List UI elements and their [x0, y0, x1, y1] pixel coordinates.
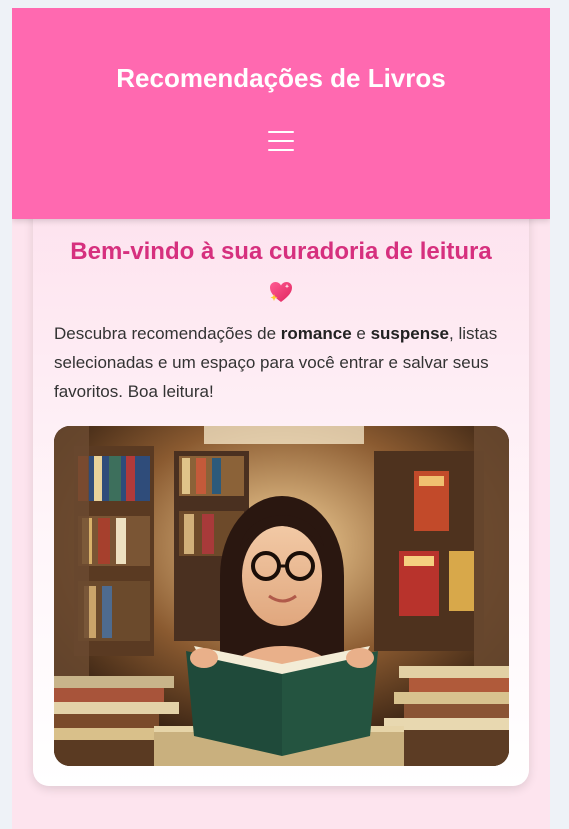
- intro-text-prefix: Descubra recomendações de: [54, 324, 281, 343]
- welcome-card: Bem-vindo à sua curadoria de leitura Des…: [33, 194, 529, 786]
- intro-connector: e: [351, 324, 371, 343]
- intro-genre-romance: romance: [280, 324, 352, 343]
- welcome-title: Bem-vindo à sua curadoria de leitura: [70, 238, 492, 265]
- hero-image: [54, 426, 509, 766]
- page: Recomendações de Livros Bem-vindo à sua …: [12, 8, 550, 829]
- intro-genre-suspense: suspense: [370, 324, 450, 343]
- hamburger-menu-icon[interactable]: [266, 126, 296, 156]
- site-header: Recomendações de Livros: [12, 8, 550, 219]
- site-title: Recomendações de Livros: [116, 63, 446, 93]
- welcome-intro: Descubra recomendações de romance e susp…: [54, 319, 514, 406]
- sparkling-heart-icon: [268, 279, 294, 305]
